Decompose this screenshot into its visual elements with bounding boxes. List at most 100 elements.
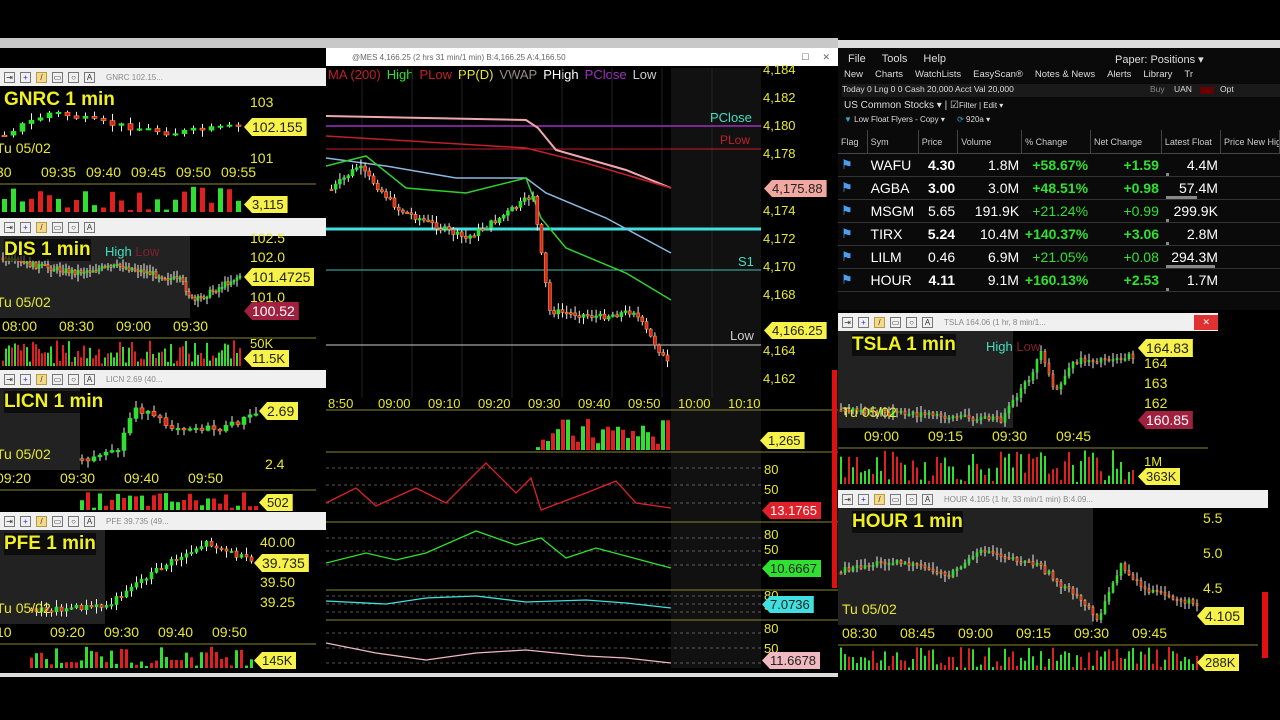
stock-list-dropdown[interactable]: US Common Stocks ▾ xyxy=(844,100,942,111)
chart-title: DIS 1 min xyxy=(4,239,91,261)
candle xyxy=(1019,388,1023,398)
menu-help[interactable]: Help xyxy=(923,53,946,65)
column-header[interactable]: Volume xyxy=(958,130,1023,153)
candle xyxy=(100,118,107,121)
table-row[interactable]: ⚑ MSGM 5.65 191.9K +21.24% +0.99 299.9K xyxy=(838,200,1280,223)
column-header[interactable]: Price xyxy=(919,130,959,153)
candle xyxy=(149,572,154,580)
candle xyxy=(1027,380,1031,383)
volume-bar xyxy=(566,419,570,450)
volume-bar xyxy=(122,346,124,366)
main-chart-window[interactable]: @MES 4,166.25 (2 hrs 31 min/1 min) B:4,1… xyxy=(326,48,838,674)
candle xyxy=(342,177,346,180)
scan-dropdown[interactable]: Low Float Flyers - Copy ▾ xyxy=(854,115,945,124)
table-row[interactable]: ⚑ WAFU 4.30 1.8M +58.67% +1.59 4.4M xyxy=(838,154,1280,177)
candle xyxy=(1159,591,1163,594)
toolbar-button[interactable]: Tr xyxy=(1184,69,1193,80)
candle xyxy=(184,281,188,292)
flag-icon[interactable]: ⚑ xyxy=(838,226,868,242)
gnrc-chart-window[interactable]: ⇥+/▭○AGNRC 102.15...GNRC 1 minTu 05/0230… xyxy=(0,68,326,216)
candle xyxy=(99,604,104,608)
opt-button[interactable]: Opt xyxy=(1220,84,1234,94)
column-header[interactable]: Net Change xyxy=(1091,130,1162,153)
toolbar-button[interactable]: Notes & News xyxy=(1035,69,1095,80)
candle xyxy=(967,558,971,564)
column-header[interactable]: Latest Float xyxy=(1162,130,1221,153)
volume-bar xyxy=(940,662,942,670)
main-chart-canvas[interactable] xyxy=(326,48,838,674)
volume-bar xyxy=(1016,665,1018,670)
column-header[interactable]: Sym xyxy=(868,130,919,153)
main-chart-red-scrollbar[interactable] xyxy=(832,370,837,588)
volume-bar xyxy=(71,361,73,366)
toolbar-button[interactable]: Library xyxy=(1143,69,1172,80)
candle xyxy=(82,271,86,274)
sell-button[interactable] xyxy=(1200,87,1214,94)
candle xyxy=(468,235,472,239)
table-row[interactable]: ⚑ LILM 0.46 6.9M +21.05% +0.08 294.3M xyxy=(838,246,1280,269)
price-tick: 101 xyxy=(250,150,274,166)
refresh-icon[interactable]: ⟳ xyxy=(957,115,964,124)
candle xyxy=(1119,357,1123,360)
candle xyxy=(19,260,23,263)
column-header[interactable]: Price New Hig xyxy=(1221,130,1280,153)
oscillator-level: 80 xyxy=(764,462,779,477)
filter-checkbox[interactable]: ☑ xyxy=(950,100,959,111)
toolbar-button[interactable]: New xyxy=(844,69,863,80)
candle xyxy=(1055,578,1059,582)
volume-bar xyxy=(556,429,560,450)
pfe-chart-window[interactable]: ⇥ + / ▭ ○ A PFE 39.735 (49... PFE 1 min Tu 05/02… xyxy=(0,512,326,672)
time-tick: 10:10 xyxy=(728,396,761,411)
flag-icon[interactable]: ⚑ xyxy=(838,157,868,173)
volume-bar xyxy=(1048,473,1050,484)
price-tick: 4,178 xyxy=(763,146,796,161)
tsla-chart-window[interactable]: ⇥ + / ▭ ○ A TSLA 164.06 (1 hr, 8 min/1... ✕ TSLA… xyxy=(838,313,1218,488)
toolbar-button[interactable]: Alerts xyxy=(1107,69,1131,80)
toolbar-button[interactable]: EasyScan® xyxy=(973,69,1023,80)
interval-dropdown[interactable]: 920a ▾ xyxy=(966,115,990,124)
candle xyxy=(527,197,531,200)
volume-bar xyxy=(215,357,217,366)
symbol-field[interactable]: UAN xyxy=(1174,84,1192,94)
candle xyxy=(127,418,133,434)
menu-file[interactable]: File xyxy=(848,53,866,65)
candle xyxy=(1079,595,1083,601)
candle xyxy=(163,417,169,426)
flag-icon[interactable]: ⚑ xyxy=(838,180,868,196)
candle xyxy=(1147,588,1151,593)
flag-icon[interactable]: ⚑ xyxy=(838,272,868,288)
volume-bar xyxy=(83,345,85,366)
column-header[interactable]: % Change xyxy=(1022,130,1092,153)
hour-chart-window[interactable]: ⇥ + / ▭ ○ A HOUR 4.105 (1 hr, 33 min/1 min) B:… xyxy=(838,490,1268,674)
dis-chart-window[interactable]: ⇥ + / ▭ ○ A DIS 1 min High Low Tu 05/02 08:00 08:3… xyxy=(0,218,326,370)
time-tick: 09:00 xyxy=(116,318,152,334)
toolbar-button[interactable]: WatchLists xyxy=(915,69,961,80)
flag-icon[interactable]: ⚑ xyxy=(838,249,868,265)
volume-bar xyxy=(1136,663,1138,670)
toolbar-button[interactable]: Charts xyxy=(875,69,903,80)
volume-bar xyxy=(626,437,630,450)
volume-bar xyxy=(944,665,946,670)
volume-bar xyxy=(904,660,906,670)
filter-edit[interactable]: Filter | Edit ▾ xyxy=(959,101,1003,110)
candle xyxy=(979,417,983,420)
buy-button[interactable]: Buy xyxy=(1150,84,1165,94)
licn-chart-window[interactable]: ⇥ + / ▭ ○ A LICN 2.69 (40... LICN 1 min Tu 05/02… xyxy=(0,370,326,514)
candle xyxy=(79,270,83,274)
volume-bar xyxy=(1100,656,1102,670)
flag-icon[interactable]: ⚑ xyxy=(838,203,868,219)
volume-bar xyxy=(1068,652,1070,670)
column-header[interactable]: Flag xyxy=(838,130,868,153)
volume-bar xyxy=(101,363,103,366)
candle xyxy=(151,271,155,275)
candle xyxy=(136,269,140,273)
right-red-scrollbar[interactable] xyxy=(1262,592,1268,658)
table-row[interactable]: ⚑ TIRX 5.24 10.4M +140.37% +3.06 2.8M xyxy=(838,223,1280,246)
table-row[interactable]: ⚑ AGBA 3.00 3.0M +48.51% +0.98 57.4M xyxy=(838,177,1280,200)
menu-tools[interactable]: Tools xyxy=(882,53,908,65)
paper-positions-dropdown[interactable]: Paper: Positions ▾ xyxy=(1115,53,1204,66)
table-row[interactable]: ⚑ HOUR 4.11 9.1M +160.13% +2.53 1.7M xyxy=(838,269,1280,292)
candle xyxy=(923,412,927,415)
volume-bar xyxy=(225,657,228,668)
candle xyxy=(154,128,161,133)
